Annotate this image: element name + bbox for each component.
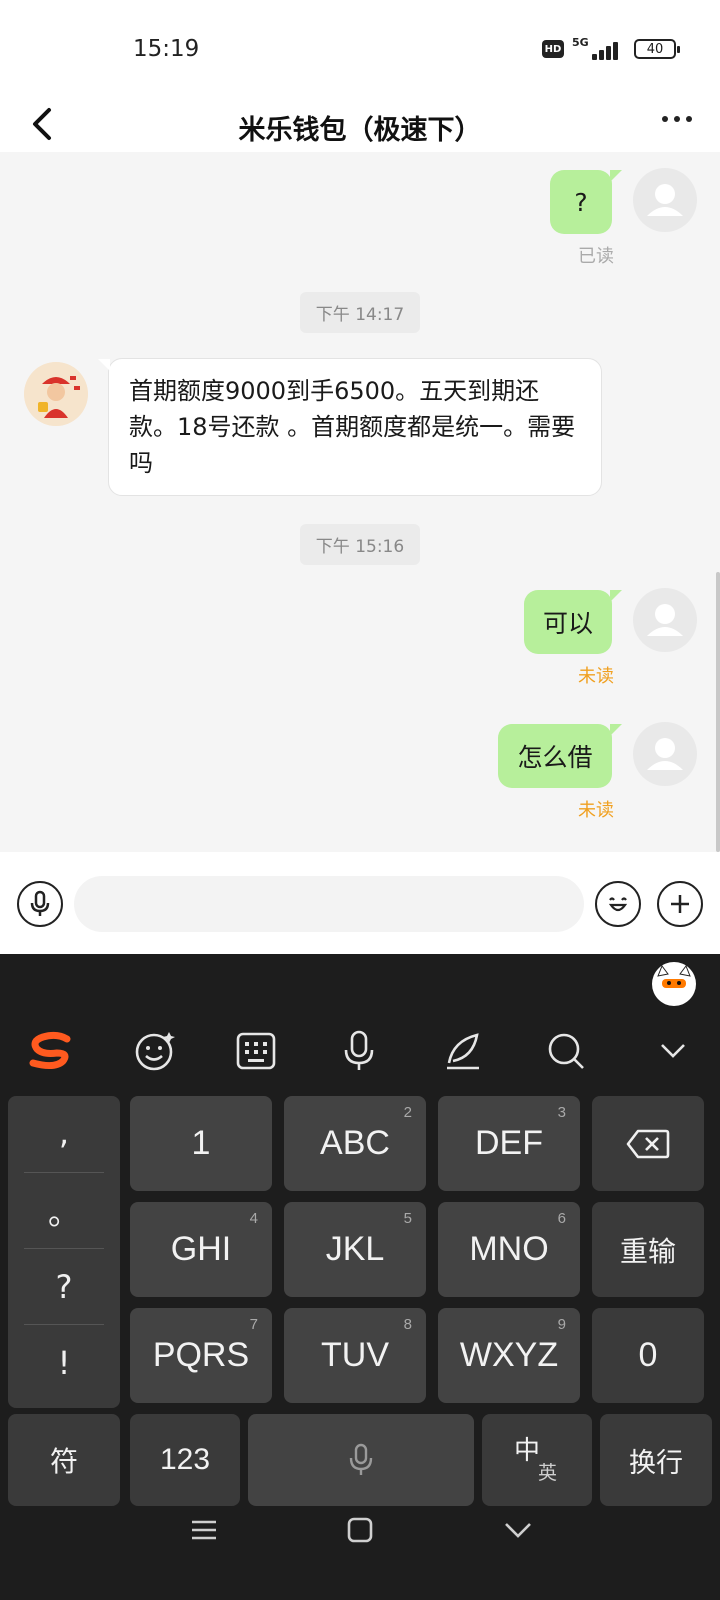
message-text: 怎么借 xyxy=(517,743,593,772)
avatar[interactable] xyxy=(633,168,697,232)
handwriting-icon[interactable] xyxy=(438,1026,488,1076)
key-5[interactable]: JKL 5 xyxy=(284,1202,426,1297)
emoji-icon xyxy=(608,897,628,912)
battery-icon: 40 xyxy=(634,39,680,59)
key-3[interactable]: DEF 3 xyxy=(438,1096,580,1191)
avatar[interactable] xyxy=(24,362,88,426)
language-switch-key[interactable]: 中 英 xyxy=(482,1414,592,1506)
message-text: 可以 xyxy=(542,609,593,638)
home-square-icon xyxy=(347,1517,373,1543)
message-text: ? xyxy=(574,187,588,217)
key-1[interactable]: 1 xyxy=(130,1096,272,1191)
unread-status: 未读 xyxy=(578,666,614,687)
back-nav-button[interactable] xyxy=(498,1510,538,1550)
user-icon xyxy=(647,184,683,216)
number-key[interactable]: 123 xyxy=(130,1414,240,1506)
menu-nav-button[interactable] xyxy=(184,1510,224,1550)
message-bubble-outgoing[interactable]: 怎么借 xyxy=(498,724,622,788)
signal-icon: 5G xyxy=(572,36,626,60)
message-input[interactable] xyxy=(74,876,584,932)
punct-key[interactable]: 。 xyxy=(24,1174,104,1248)
unread-status: 未读 xyxy=(578,800,614,821)
key-4[interactable]: GHI 4 xyxy=(130,1202,272,1297)
hd-badge: HD xyxy=(542,40,564,58)
plus-icon xyxy=(671,895,689,913)
timestamp: 下午 14:17 xyxy=(0,292,720,333)
symbol-key[interactable]: 符 xyxy=(8,1414,120,1506)
ime-keyboard: , 。 ? ! 1 ABC 2 DEF 3 GHI 4 JKL 5 MNO 6 重输 PQ… xyxy=(0,954,720,1600)
enter-key[interactable]: 换行 xyxy=(600,1414,712,1506)
timestamp: 下午 15:16 xyxy=(0,524,720,565)
add-button[interactable] xyxy=(657,881,703,927)
avatar[interactable] xyxy=(633,722,697,786)
collapse-keyboard-icon[interactable] xyxy=(648,1026,698,1076)
voice-input-icon[interactable] xyxy=(334,1026,384,1076)
message-list[interactable]: ? 已读 下午 14:17 首期额度9000到手6500。五天到期还款。18号还… xyxy=(0,152,720,852)
emoji-panel-icon[interactable] xyxy=(130,1026,180,1076)
key-8[interactable]: TUV 8 xyxy=(284,1308,426,1403)
clock: 15:19 xyxy=(133,36,200,62)
battery-level: 40 xyxy=(646,41,664,57)
sogou-logo-icon[interactable] xyxy=(26,1026,76,1076)
emoji-button[interactable] xyxy=(595,881,641,927)
punct-key[interactable]: ? xyxy=(24,1250,104,1324)
chat-title: 米乐钱包（极速下） xyxy=(238,115,482,146)
network-type: 5G xyxy=(572,36,589,49)
key-7[interactable]: PQRS 7 xyxy=(130,1308,272,1403)
search-icon[interactable] xyxy=(541,1026,591,1076)
punct-key[interactable]: , xyxy=(24,1096,104,1170)
punctuation-column: , 。 ? ! xyxy=(8,1096,120,1408)
status-bar: 15:19 HD 5G 40 xyxy=(0,0,720,96)
mascot-icon[interactable] xyxy=(652,962,696,1006)
home-nav-button[interactable] xyxy=(340,1510,380,1550)
punct-key[interactable]: ! xyxy=(24,1326,104,1400)
chat-header: 米乐钱包（极速下） xyxy=(0,96,720,152)
status-icons: HD 5G 40 xyxy=(542,36,680,60)
message-bubble-incoming[interactable]: 首期额度9000到手6500。五天到期还款。18号还款 。首期额度都是统一。需要… xyxy=(98,358,602,496)
key-6[interactable]: MNO 6 xyxy=(438,1202,580,1297)
space-key[interactable] xyxy=(248,1414,474,1506)
avatar-image xyxy=(24,362,88,426)
chevron-down-icon xyxy=(505,1523,531,1538)
composer xyxy=(0,852,720,954)
microphone-icon xyxy=(349,1443,373,1475)
more-button[interactable] xyxy=(662,116,692,122)
message-text: 首期额度9000到手6500。五天到期还款。18号还款 。首期额度都是统一。需要… xyxy=(129,377,576,477)
voice-button[interactable] xyxy=(17,881,63,927)
avatar[interactable] xyxy=(633,588,697,652)
scrollbar[interactable] xyxy=(716,572,720,852)
read-status: 已读 xyxy=(578,246,614,267)
backspace-icon xyxy=(626,1129,670,1158)
key-9[interactable]: WXYZ 9 xyxy=(438,1308,580,1403)
menu-icon xyxy=(192,1520,216,1540)
message-bubble-outgoing[interactable]: 可以 xyxy=(524,590,622,654)
backspace-key[interactable] xyxy=(592,1096,704,1191)
keyboard-layout-icon[interactable] xyxy=(231,1026,281,1076)
user-icon xyxy=(647,738,683,770)
more-icon xyxy=(662,116,668,122)
key-0[interactable]: 0 xyxy=(592,1308,704,1403)
microphone-icon xyxy=(30,890,50,916)
message-bubble-outgoing[interactable]: ? xyxy=(550,170,622,234)
retype-key[interactable]: 重输 xyxy=(592,1202,704,1297)
user-icon xyxy=(647,604,683,636)
key-2[interactable]: ABC 2 xyxy=(284,1096,426,1191)
